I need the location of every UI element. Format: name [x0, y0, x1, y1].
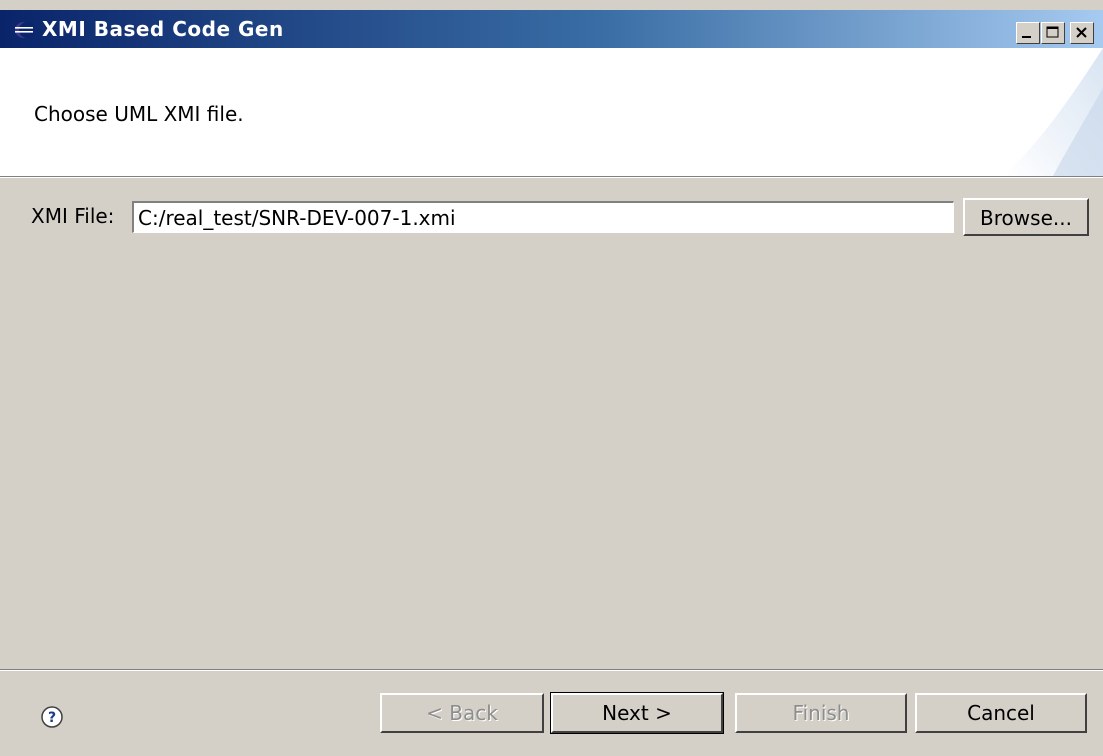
wizard-window: XMI Based Code Gen Choose UML XMI file. …	[0, 0, 1103, 756]
svg-text:?: ?	[48, 710, 56, 726]
next-button[interactable]: Next >	[550, 692, 724, 734]
finish-button-label: Finish	[792, 701, 850, 725]
browse-button-label: Browse...	[980, 206, 1072, 230]
browse-button[interactable]: Browse...	[963, 198, 1089, 236]
header-divider	[0, 177, 1103, 178]
finish-button[interactable]: Finish	[735, 693, 907, 733]
header-message: Choose UML XMI file.	[34, 102, 244, 126]
close-icon	[1076, 27, 1087, 38]
title-bar[interactable]: XMI Based Code Gen	[0, 10, 1103, 48]
cancel-button[interactable]: Cancel	[915, 693, 1087, 733]
wizard-header: Choose UML XMI file.	[0, 48, 1103, 177]
banner-decoration	[1003, 48, 1103, 176]
next-button-label: Next >	[602, 701, 672, 725]
minimize-button[interactable]	[1016, 22, 1040, 44]
maximize-button[interactable]	[1041, 22, 1065, 44]
close-button[interactable]	[1070, 22, 1094, 44]
cancel-button-label: Cancel	[967, 701, 1035, 725]
eclipse-icon	[14, 21, 35, 39]
maximize-icon	[1046, 26, 1059, 38]
footer-divider-highlight	[0, 670, 1103, 671]
minimize-icon	[1022, 36, 1031, 38]
window-title: XMI Based Code Gen	[42, 17, 284, 41]
help-icon[interactable]: ?	[40, 705, 64, 729]
back-button[interactable]: < Back	[380, 693, 544, 733]
xmi-file-label: XMI File:	[31, 204, 115, 228]
xmi-file-input[interactable]	[132, 201, 954, 233]
back-button-label: < Back	[426, 701, 498, 725]
